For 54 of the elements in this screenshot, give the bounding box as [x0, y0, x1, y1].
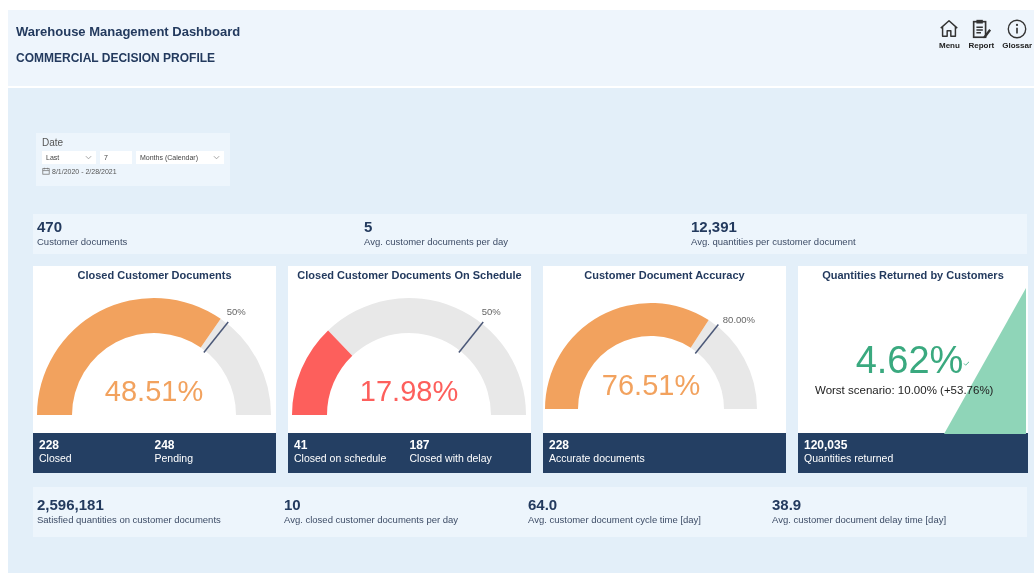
caret-icon [213, 155, 220, 160]
clipboard-pencil-icon [970, 18, 993, 40]
stat-value: 120,035 [804, 438, 849, 452]
stat-value: 228 [39, 438, 61, 452]
kpi-label: Customer documents [37, 236, 129, 247]
kpi-value: 38.9 [772, 496, 803, 513]
caret-icon [85, 155, 92, 160]
stat-label: Closed on schedule [294, 452, 388, 464]
slicer-label: Date [42, 137, 65, 148]
kpi-label: Avg. quantities per customer document [691, 236, 857, 247]
kpi-value: 2,596,181 [37, 496, 105, 513]
card-title: Closed Customer Documents On Schedule [296, 268, 523, 283]
kpi-value: 5 [364, 218, 374, 235]
kpi-label: Avg. customer document cycle time [day] [528, 514, 702, 525]
scenario-note: Worst scenario: 10.00% (+53.76%) [815, 384, 994, 396]
stat-value: 228 [549, 438, 571, 452]
target-marker [458, 321, 484, 354]
check-icon [963, 361, 971, 366]
gauge-value: 48.51% [104, 375, 204, 407]
calendar-icon [42, 167, 50, 175]
card-title: Customer Document Accuracy [583, 268, 746, 283]
kpi-label: Avg. closed customer documents per day [284, 514, 460, 525]
target-marker [694, 323, 720, 355]
stat-value: 41 [294, 438, 309, 452]
stat-label: Closed [39, 452, 73, 464]
stat-label: Quantities returned [804, 452, 895, 464]
kpi-value: 470 [37, 218, 64, 235]
kpi-value: 4.62% [855, 340, 964, 380]
card-title: Quantities Returned by Customers [821, 268, 1005, 283]
target-label: 80.00% [722, 314, 756, 326]
target-label: 50% [481, 305, 501, 317]
stat-value: 248 [154, 438, 176, 452]
stat-label: Closed with delay [409, 452, 493, 464]
info-icon [1006, 18, 1029, 40]
stat-label: Pending [154, 452, 195, 464]
kpi-label: Satisfied quantities on customer documents [37, 514, 222, 525]
stat-label: Accurate documents [549, 452, 646, 464]
gauge-value: 17.98% [359, 375, 459, 407]
kpi-label: Avg. customer documents per day [364, 236, 509, 247]
target-label: 50% [226, 305, 246, 317]
kpi-value: 12,391 [691, 218, 738, 235]
dashboard-title: Warehouse Management Dashboard [16, 24, 241, 39]
kpi-value: 64.0 [528, 496, 559, 513]
kpi-value: 10 [284, 496, 302, 513]
home-icon [938, 18, 961, 40]
nav-button[interactable]: Glossar [1000, 18, 1034, 50]
card-title: Closed Customer Documents [76, 268, 233, 283]
nav-button[interactable]: Report [966, 18, 997, 50]
page-subtitle: COMMERCIAL DECISION PROFILE [16, 51, 217, 65]
gauge-value: 76.51% [601, 369, 701, 401]
nav-button[interactable]: Menu [936, 18, 963, 50]
kpi-label: Avg. customer document delay time [day] [772, 514, 948, 525]
target-marker [203, 321, 229, 354]
stat-value: 187 [409, 438, 431, 452]
